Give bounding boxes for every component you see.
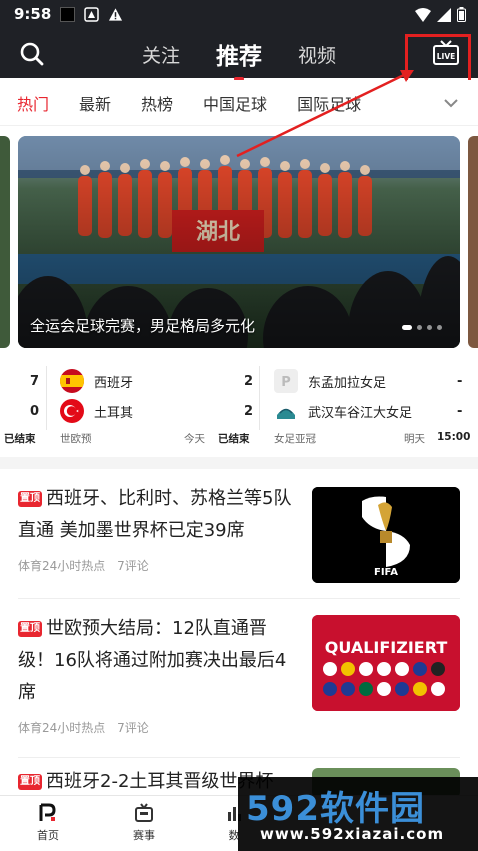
watermark-url: www.592xiazai.com	[260, 825, 445, 843]
watermark-logo-text: 592软件园	[246, 789, 425, 829]
watermark: 592软件园 www.592xiazai.com	[238, 777, 478, 851]
annotation-arrow	[236, 70, 414, 158]
